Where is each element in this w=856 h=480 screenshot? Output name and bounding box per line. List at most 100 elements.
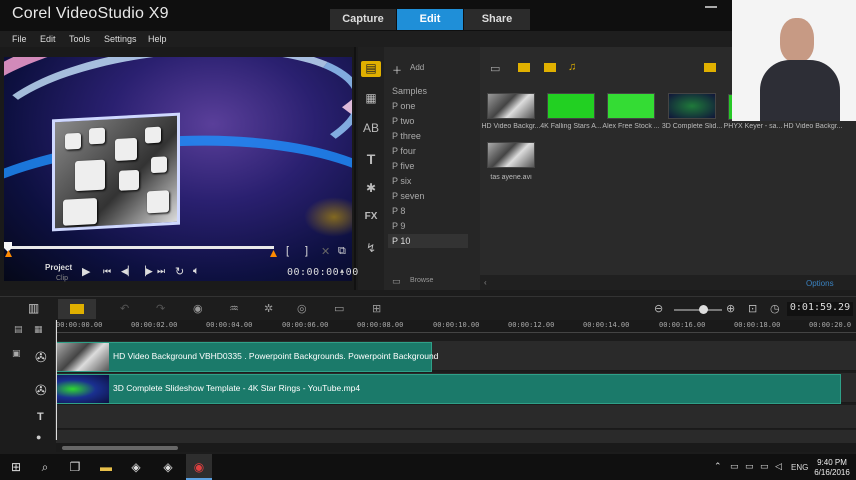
zoom-slider[interactable]: [674, 309, 722, 311]
play-icon[interactable]: ▶: [82, 265, 90, 278]
filter-fx-icon[interactable]: FX: [361, 211, 381, 227]
ruler-tick: 00:00:02.00: [131, 321, 178, 329]
tab-edit[interactable]: Edit: [397, 9, 463, 30]
volume-icon[interactable]: 🔈︎: [193, 265, 200, 278]
voice-track[interactable]: [56, 430, 856, 444]
media-thumbnail[interactable]: [487, 93, 535, 119]
folder-item[interactable]: P four: [392, 146, 416, 156]
enlarge-icon[interactable]: ⧉: [338, 245, 346, 258]
options-button[interactable]: Options: [806, 279, 834, 288]
track-visibility-icon[interactable]: ▣: [12, 348, 21, 359]
network-icon[interactable]: ▭: [730, 461, 739, 472]
folder-item[interactable]: P five: [392, 161, 414, 171]
timecode-spinner-icon[interactable]: ▴: [340, 266, 344, 275]
file-explorer-icon[interactable]: ▬: [98, 460, 114, 474]
instant-project-icon[interactable]: ▦: [361, 91, 381, 107]
multi-trim-icon[interactable]: ⊞: [372, 302, 381, 315]
media-icon[interactable]: ▤: [361, 61, 381, 77]
end-icon[interactable]: ⏭: [157, 266, 165, 277]
tab-share[interactable]: Share: [464, 9, 530, 30]
storyboard-view-icon[interactable]: ▥: [28, 301, 39, 315]
tray-icon[interactable]: ▭: [760, 461, 769, 472]
browse-button[interactable]: Browse: [410, 277, 433, 284]
folder-item[interactable]: P 8: [392, 206, 405, 216]
title-icon[interactable]: T: [361, 151, 381, 167]
folder-item[interactable]: P seven: [392, 191, 424, 201]
path-icon[interactable]: ↯: [361, 241, 381, 257]
menu-help[interactable]: Help: [148, 34, 167, 44]
task-view-icon[interactable]: ❐: [67, 460, 83, 474]
search-icon[interactable]: ⌕: [37, 460, 53, 474]
motion-tracking-icon[interactable]: ◎: [297, 302, 307, 315]
next-frame-icon[interactable]: ▕▶: [139, 266, 153, 277]
app-icon[interactable]: ◈: [128, 460, 144, 474]
folder-item[interactable]: P one: [392, 101, 415, 111]
menu-tools[interactable]: Tools: [69, 34, 90, 44]
repeat-icon[interactable]: ↻: [175, 265, 184, 278]
mode-project[interactable]: Project: [45, 263, 72, 272]
volume-tray-icon[interactable]: ◁: [775, 461, 782, 472]
add-folder-button[interactable]: Add: [410, 63, 424, 72]
timeline-ruler[interactable]: 00:00:00.00 00:00:02.00 00:00:04.00 00:0…: [56, 320, 856, 333]
minimize-icon[interactable]: [705, 6, 717, 8]
media-thumbnail[interactable]: [668, 93, 716, 119]
title-track[interactable]: [56, 405, 856, 429]
folder-item[interactable]: P two: [392, 116, 414, 126]
preview-timecode[interactable]: 00:00:00:00: [287, 267, 359, 278]
sound-mixer-icon[interactable]: ♒: [229, 302, 239, 315]
mode-clip[interactable]: Clip: [56, 275, 68, 282]
browse-icon[interactable]: ▭: [392, 276, 401, 287]
mark-in-icon[interactable]: [: [286, 245, 289, 257]
undo-icon[interactable]: ↶: [120, 302, 129, 315]
menu-edit[interactable]: Edit: [40, 34, 56, 44]
prev-frame-icon[interactable]: ◀▏: [121, 266, 135, 277]
view-mode-icon[interactable]: [704, 63, 716, 72]
redo-icon[interactable]: ↷: [156, 302, 165, 315]
timeline-clip[interactable]: 3D Complete Slideshow Template - 4K Star…: [56, 374, 841, 404]
show-videos-icon[interactable]: [518, 63, 530, 72]
tab-capture[interactable]: Capture: [330, 9, 396, 30]
auto-music-icon[interactable]: ✲: [264, 302, 273, 315]
folder-item[interactable]: P six: [392, 176, 411, 186]
folder-item[interactable]: P 9: [392, 221, 405, 231]
cut-icon[interactable]: ✕: [321, 245, 330, 258]
show-audio-icon[interactable]: ♫: [568, 61, 576, 73]
windows-start-icon[interactable]: ⊞: [8, 460, 24, 474]
timeline-view-icon[interactable]: [70, 304, 84, 314]
folder-samples[interactable]: Samples: [392, 86, 427, 96]
ruler-tick: 00:00:08.00: [357, 321, 404, 329]
zoom-slider-knob[interactable]: [699, 305, 708, 314]
mark-out-icon[interactable]: ]: [305, 245, 308, 257]
graphic-icon[interactable]: ✱: [361, 181, 381, 197]
language-indicator[interactable]: ENG: [791, 463, 808, 472]
fit-project-icon[interactable]: ⊡: [748, 302, 757, 315]
project-timecode[interactable]: 0:01:59.29: [787, 302, 853, 316]
show-hidden-icons-icon[interactable]: ⌃: [714, 461, 722, 472]
menu-file[interactable]: File: [12, 34, 27, 44]
zoom-in-icon[interactable]: ⊕: [726, 302, 735, 315]
tray-icon[interactable]: ▭: [745, 461, 754, 472]
scrollbar-thumb[interactable]: [62, 446, 178, 450]
timeline-clip[interactable]: HD Video Background VBHD0335 . Powerpoin…: [56, 342, 438, 372]
media-thumbnail[interactable]: [607, 93, 655, 119]
transition-icon[interactable]: AB: [361, 121, 381, 137]
track-manager-icon[interactable]: ▤: [14, 324, 23, 335]
zoom-out-icon[interactable]: ⊖: [654, 302, 663, 315]
show-photos-icon[interactable]: [544, 63, 556, 72]
folder-item-selected[interactable]: P 10: [392, 236, 410, 246]
folder-item[interactable]: P three: [392, 131, 421, 141]
chapter-icon[interactable]: ▦: [34, 324, 43, 335]
system-clock[interactable]: 9:40 PM 6/16/2016: [808, 458, 856, 478]
scrubber-track[interactable]: [8, 246, 274, 249]
home-icon[interactable]: ⏮: [103, 266, 111, 277]
media-thumbnail[interactable]: [547, 93, 595, 119]
subtitle-editor-icon[interactable]: ▭: [334, 302, 344, 315]
record-capture-icon[interactable]: ◉: [193, 302, 203, 315]
folder-icon[interactable]: ▭: [490, 62, 500, 75]
media-thumbnail[interactable]: [487, 142, 535, 168]
playhead[interactable]: [56, 320, 57, 440]
app-icon[interactable]: ◈: [160, 460, 176, 474]
menu-settings[interactable]: Settings: [104, 34, 137, 44]
add-folder-icon[interactable]: ＋: [392, 62, 402, 77]
collapse-icon[interactable]: ‹: [484, 278, 487, 287]
